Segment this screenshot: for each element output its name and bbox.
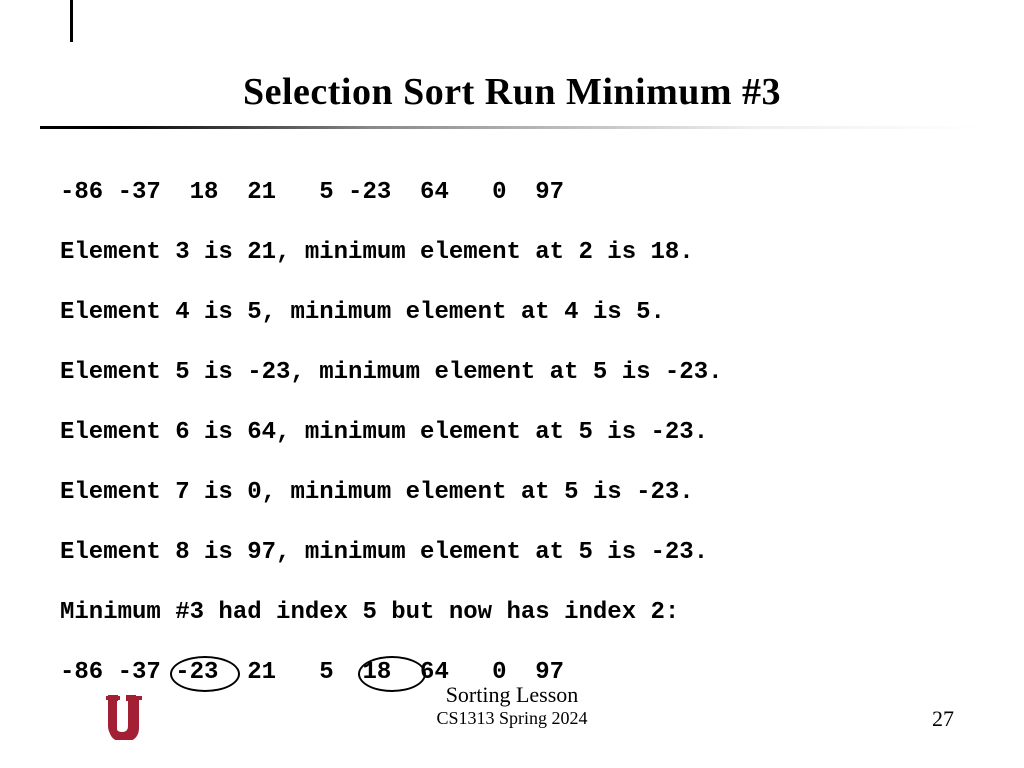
gradient-rule [40, 126, 984, 129]
step-line: Element 3 is 21, minimum element at 2 is… [60, 238, 964, 268]
step-line: Element 4 is 5, minimum element at 4 is … [60, 298, 964, 328]
step-line: Element 6 is 64, minimum element at 5 is… [60, 418, 964, 448]
footer-course: CS1313 Spring 2024 [0, 708, 1024, 729]
footer-center: Sorting Lesson CS1313 Spring 2024 [0, 682, 1024, 729]
array-before: -86 -37 18 21 5 -23 64 0 97 [60, 178, 964, 208]
step-line: Element 5 is -23, minimum element at 5 i… [60, 358, 964, 388]
divider [40, 126, 984, 132]
step-line: Element 7 is 0, minimum element at 5 is … [60, 478, 964, 508]
footer-lesson: Sorting Lesson [0, 682, 1024, 708]
footer: Sorting Lesson CS1313 Spring 2024 27 [0, 682, 1024, 742]
step-line: Element 8 is 97, minimum element at 5 is… [60, 538, 964, 568]
slide-body: -86 -37 18 21 5 -23 64 0 97 Element 3 is… [60, 148, 964, 748]
header: Selection Sort Run Minimum #3 [40, 40, 984, 132]
page-number: 27 [932, 706, 954, 732]
slide: Selection Sort Run Minimum #3 -86 -37 18… [0, 0, 1024, 768]
title-tick [70, 0, 73, 42]
swap-line: Minimum #3 had index 5 but now has index… [60, 598, 964, 628]
slide-title: Selection Sort Run Minimum #3 [40, 70, 984, 114]
